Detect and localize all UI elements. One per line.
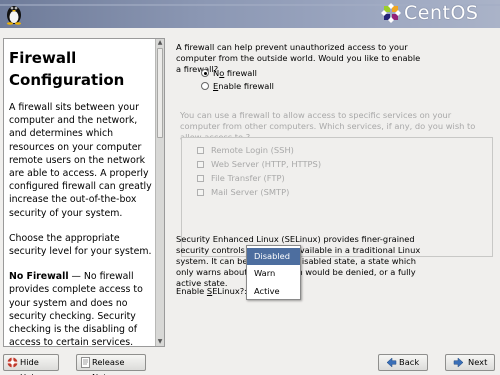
checkbox-icon[interactable] bbox=[197, 175, 204, 182]
header-bar: CentOS bbox=[0, 0, 500, 28]
service-smtp-label: Mail Server (SMTP) bbox=[211, 187, 290, 197]
enable-selinux-label: Enable SELinux?: bbox=[176, 286, 247, 296]
checkbox-icon[interactable] bbox=[197, 189, 204, 196]
service-http-label: Web Server (HTTP, HTTPS) bbox=[211, 159, 322, 169]
release-notes-button[interactable]: Release Notes bbox=[76, 354, 146, 375]
help-title: Firewall Configuration bbox=[9, 47, 152, 91]
firewall-content: A firewall can help prevent unauthorized… bbox=[176, 42, 496, 296]
help-pane: Firewall Configuration A firewall sits b… bbox=[3, 38, 165, 347]
no-firewall-radio[interactable]: No firewall bbox=[201, 68, 257, 79]
selinux-option-active[interactable]: Active bbox=[247, 283, 300, 300]
scroll-up-arrow-icon[interactable]: ▲ bbox=[156, 39, 164, 47]
back-label: Back bbox=[399, 357, 420, 367]
hide-help-button[interactable]: Hide Help bbox=[3, 354, 59, 375]
next-button[interactable]: Next bbox=[445, 354, 495, 371]
help-title-line1: Firewall bbox=[9, 49, 77, 67]
help-no-firewall-term: No Firewall bbox=[9, 271, 69, 283]
enable-firewall-label-post: nable firewall bbox=[218, 81, 274, 91]
brand-text: CentOS bbox=[404, 2, 479, 24]
scroll-down-arrow-icon[interactable]: ▼ bbox=[156, 338, 164, 346]
service-ftp-checkbox[interactable]: File Transfer (FTP) bbox=[197, 173, 285, 183]
release-notes-label: Release Notes bbox=[92, 357, 125, 375]
hide-help-label: Hide Help bbox=[20, 357, 39, 375]
centos-logo-icon bbox=[381, 3, 401, 23]
scroll-thumb[interactable] bbox=[157, 48, 163, 138]
help-scrollbar[interactable]: ▲ ▼ bbox=[155, 39, 164, 346]
service-ftp-label: File Transfer (FTP) bbox=[211, 173, 285, 183]
service-ssh-checkbox[interactable]: Remote Login (SSH) bbox=[197, 145, 294, 155]
service-ssh-label: Remote Login (SSH) bbox=[211, 145, 294, 155]
help-paragraph-2: Choose the appropriate security level fo… bbox=[9, 232, 152, 258]
back-arrow-icon bbox=[386, 357, 397, 368]
help-title-line2: Configuration bbox=[9, 71, 125, 89]
no-firewall-label-post: firewall bbox=[224, 68, 257, 78]
back-button[interactable]: Back bbox=[378, 354, 428, 371]
notes-icon bbox=[81, 357, 90, 368]
checkbox-icon[interactable] bbox=[197, 147, 204, 154]
next-arrow-icon bbox=[453, 357, 464, 368]
enable-selinux-pre: Enable bbox=[176, 286, 207, 296]
help-content: Firewall Configuration A firewall sits b… bbox=[9, 47, 152, 347]
checkbox-icon[interactable] bbox=[197, 161, 204, 168]
lifebuoy-icon bbox=[7, 357, 18, 368]
radio-selected-icon[interactable] bbox=[201, 69, 209, 77]
radio-unselected-icon[interactable] bbox=[201, 82, 209, 90]
next-label: Next bbox=[468, 357, 488, 367]
help-no-firewall-desc: — No firewall provides complete access t… bbox=[9, 271, 143, 347]
selinux-option-warn[interactable]: Warn bbox=[247, 265, 300, 282]
enable-selinux-post: ELinux?: bbox=[212, 286, 247, 296]
help-paragraph-3: No Firewall — No firewall provides compl… bbox=[9, 270, 152, 347]
help-paragraph-1: A firewall sits between your computer an… bbox=[9, 102, 152, 219]
selinux-option-disabled[interactable]: Disabled bbox=[247, 248, 300, 265]
service-smtp-checkbox[interactable]: Mail Server (SMTP) bbox=[197, 187, 289, 197]
selinux-description: Security Enhanced Linux (SELinux) provid… bbox=[176, 234, 421, 288]
selinux-dropdown-menu[interactable]: Disabled Warn Active bbox=[246, 245, 301, 300]
enable-firewall-radio[interactable]: Enable firewall bbox=[201, 81, 274, 92]
service-http-checkbox[interactable]: Web Server (HTTP, HTTPS) bbox=[197, 159, 321, 169]
tux-penguin-icon bbox=[7, 6, 21, 25]
